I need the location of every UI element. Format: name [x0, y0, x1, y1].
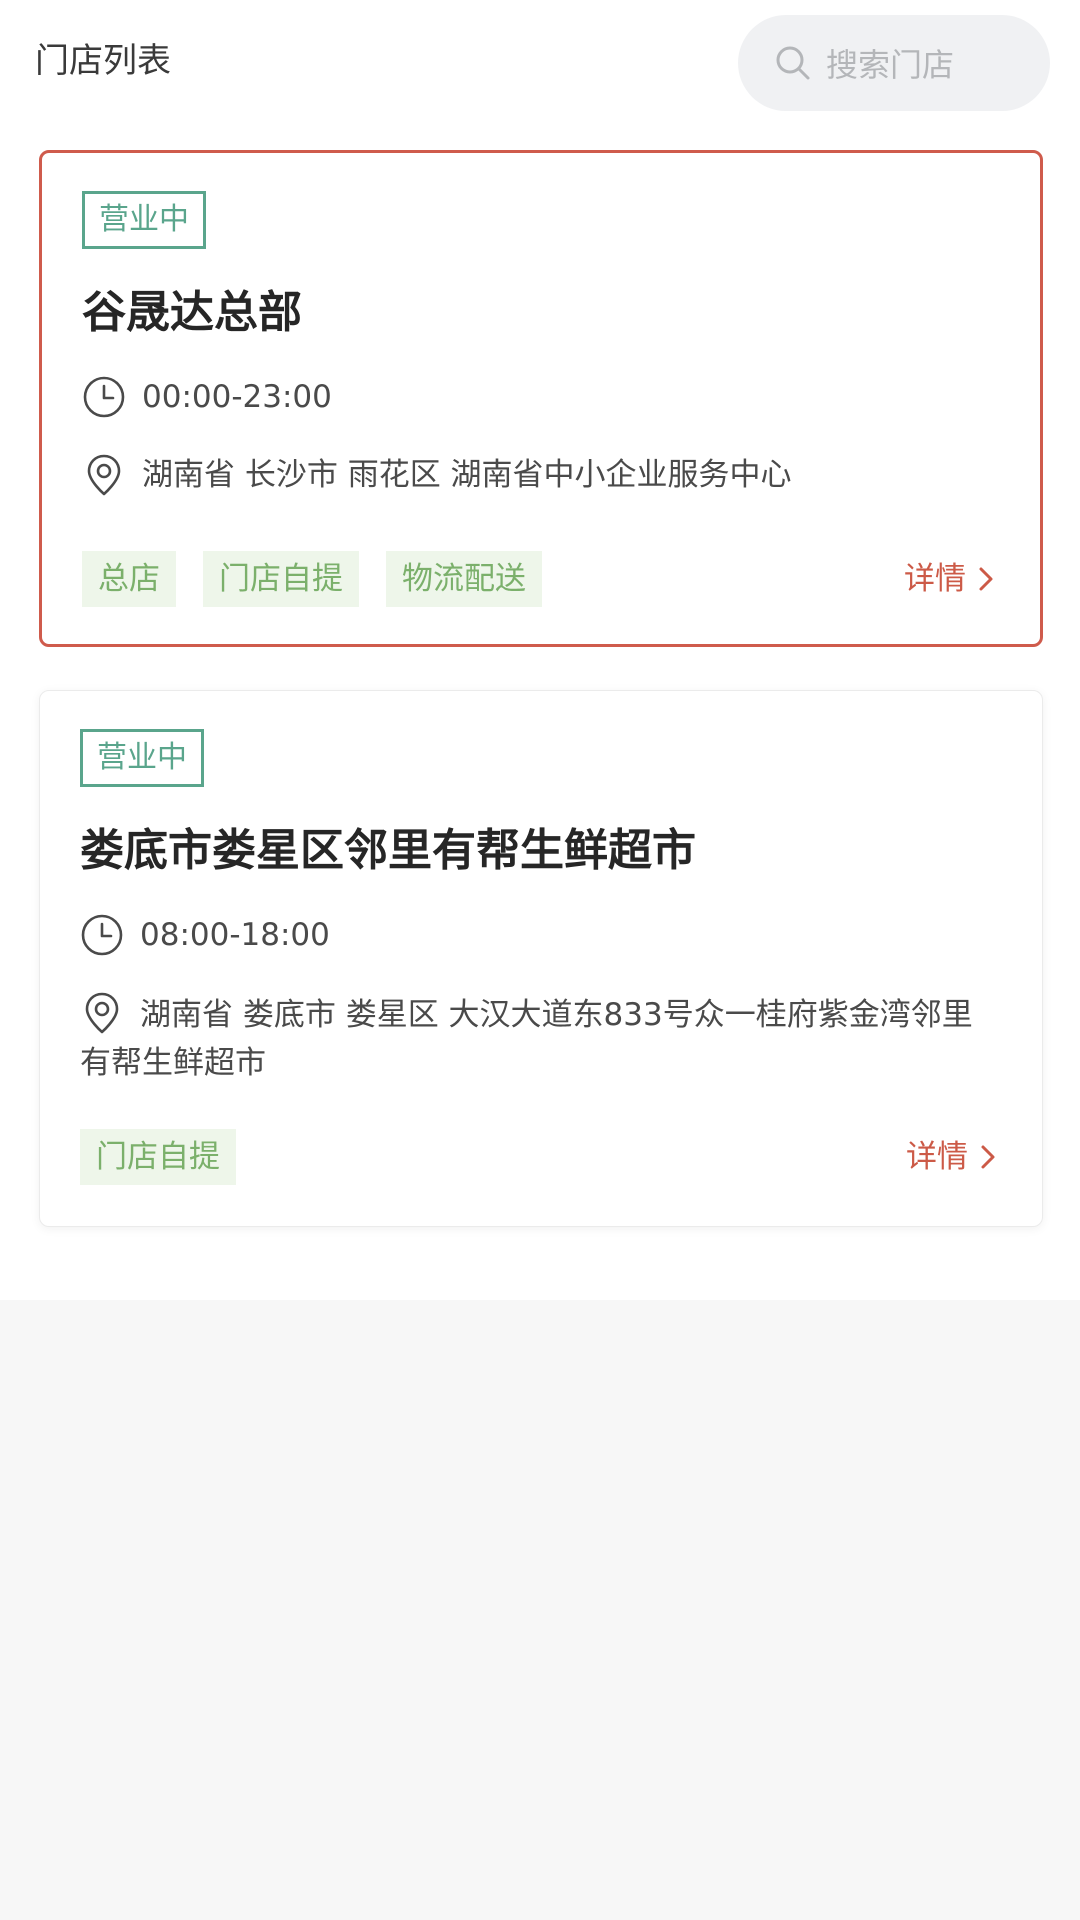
page-title: 门店列表	[35, 41, 171, 81]
chevron-right-icon	[974, 563, 998, 595]
search-input[interactable]: 搜索门店	[738, 15, 1050, 111]
details-link[interactable]: 详情	[906, 1135, 1000, 1179]
store-address: 湖南省 长沙市 雨花区 湖南省中小企业服务中心	[142, 457, 792, 493]
location-pin-icon	[80, 991, 124, 1035]
details-link[interactable]: 详情	[904, 557, 998, 601]
tag: 总店	[82, 551, 176, 607]
address-row: 湖南省 长沙市 雨花区 湖南省中小企业服务中心	[82, 453, 792, 497]
clock-icon	[82, 375, 126, 419]
business-hours: 08:00-18:00	[140, 917, 330, 953]
status-badge: 营业中	[80, 729, 204, 787]
store-address: 湖南省 娄底市 娄星区 大汉大道东833号众一桂府紫金湾邻里有帮生鲜超市	[80, 997, 973, 1081]
store-name: 谷晟达总部	[82, 287, 302, 338]
clock-icon	[80, 913, 124, 957]
store-card[interactable]: 营业中 娄底市娄星区邻里有帮生鲜超市 08:00-18:00 湖南省 娄底市 娄…	[39, 690, 1043, 1227]
tag: 门店自提	[203, 551, 359, 607]
location-pin-icon	[82, 453, 126, 497]
search-icon	[774, 44, 812, 82]
hours-row: 08:00-18:00	[80, 913, 330, 957]
tag: 物流配送	[386, 551, 542, 607]
details-label: 详情	[906, 1139, 968, 1175]
status-badge: 营业中	[82, 191, 206, 249]
details-label: 详情	[904, 561, 966, 597]
address-row: 湖南省 娄底市 娄星区 大汉大道东833号众一桂府紫金湾邻里有帮生鲜超市	[80, 991, 1000, 1087]
store-card[interactable]: 营业中 谷晟达总部 00:00-23:00 湖南省 长沙市 雨花区 湖南省中小企…	[39, 150, 1043, 647]
service-tags: 总店 门店自提 物流配送	[82, 551, 569, 607]
search-placeholder: 搜索门店	[826, 46, 955, 84]
tag: 门店自提	[80, 1129, 236, 1185]
header: 门店列表 搜索门店	[0, 0, 1080, 126]
store-name: 娄底市娄星区邻里有帮生鲜超市	[80, 825, 696, 876]
service-tags: 门店自提	[80, 1129, 263, 1185]
chevron-right-icon	[976, 1141, 1000, 1173]
business-hours: 00:00-23:00	[142, 379, 332, 415]
hours-row: 00:00-23:00	[82, 375, 332, 419]
